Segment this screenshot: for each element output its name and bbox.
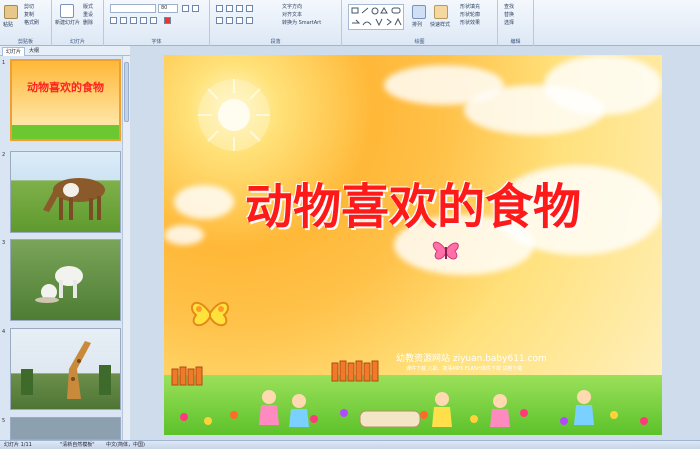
editing-group-label: 编辑	[510, 39, 521, 45]
shapes-gallery[interactable]	[348, 4, 404, 30]
slide-thumbnail-4[interactable]	[10, 328, 121, 410]
grow-font-icon[interactable]	[182, 5, 189, 12]
arrange-button[interactable]: 排列	[412, 21, 422, 28]
drawing-group: 排列 快速样式 形状填充 形状轮廓 形状效果 绘图	[342, 0, 498, 46]
current-slide[interactable]: 动物喜欢的食物 幼教资源网站 ziyuan.baby611.com 课件下载 儿…	[164, 55, 662, 435]
cloud	[544, 55, 662, 115]
slide-thumbnail-2[interactable]	[10, 151, 121, 233]
status-bar: 幻灯片 1/11 "清新自然模板" 中文(简体，中国)	[0, 440, 700, 449]
pane-tabs: 幻灯片 大纲	[0, 46, 130, 56]
format-painter-button[interactable]: 格式刷	[24, 19, 39, 26]
clipboard-group-label: 剪贴板	[17, 39, 33, 45]
slide-number: 1	[2, 60, 6, 66]
tab-outline[interactable]: 大纲	[26, 47, 42, 56]
sun-icon	[198, 79, 270, 151]
theme-name: "清新自然模板"	[60, 442, 95, 448]
giraffe-image	[21, 341, 111, 399]
slide-number: 3	[2, 240, 6, 246]
increase-indent-icon[interactable]	[246, 5, 253, 12]
goat-image	[35, 266, 83, 303]
quick-styles-button[interactable]: 快速样式	[430, 21, 450, 28]
garden-decoration	[171, 360, 648, 428]
select-button[interactable]: 选择	[504, 19, 514, 26]
new-slide-icon[interactable]	[60, 4, 74, 18]
find-button[interactable]: 查找	[504, 3, 514, 10]
quick-styles-icon[interactable]	[434, 5, 448, 19]
underline-icon[interactable]	[130, 17, 137, 24]
layout-button[interactable]: 版式	[83, 3, 93, 10]
paragraph-group: 文字方向 对齐文本 转换为 SmartArt 段落	[210, 0, 342, 46]
numbering-icon[interactable]	[226, 5, 233, 12]
slide-thumbnail-3[interactable]	[10, 239, 121, 321]
shape-outline-button[interactable]: 形状轮廓	[460, 11, 480, 18]
shape-effects-button[interactable]: 形状效果	[460, 19, 480, 26]
yellow-butterfly-icon	[191, 301, 229, 327]
paste-icon[interactable]	[4, 5, 18, 19]
drawing-group-label: 绘图	[414, 39, 425, 45]
thumbnail-ground	[12, 125, 119, 139]
reset-button[interactable]: 重设	[83, 11, 93, 18]
scrollbar-thumb[interactable]	[124, 62, 129, 122]
slide-title[interactable]: 动物喜欢的食物	[164, 167, 662, 237]
justify-icon[interactable]	[246, 17, 253, 24]
decrease-indent-icon[interactable]	[236, 5, 243, 12]
align-center-icon[interactable]	[226, 17, 233, 24]
font-color-icon[interactable]	[164, 17, 171, 24]
slide-thumbnail-1[interactable]: 动物喜欢的食物	[10, 59, 121, 141]
language-indicator: 中文(简体，中国)	[106, 442, 145, 448]
shape-fill-button[interactable]: 形状填充	[460, 3, 480, 10]
align-text-button[interactable]: 对齐文本	[282, 11, 302, 18]
pink-butterfly-icon	[432, 241, 459, 260]
thumbnail-title: 动物喜欢的食物	[27, 81, 104, 94]
copy-button[interactable]: 复制	[24, 11, 34, 18]
cut-button[interactable]: 剪切	[24, 3, 34, 10]
font-group-label: 字体	[151, 39, 162, 45]
slides-group: 新建幻灯片 版式 重设 删除 幻灯片	[52, 0, 104, 46]
pane-scrollbar[interactable]	[122, 56, 130, 440]
replace-button[interactable]: 替换	[504, 11, 514, 18]
ribbon: 粘贴 剪切 复制 格式刷 剪贴板 新建幻灯片 版式 重设 删除 幻灯片 80 字…	[0, 0, 700, 46]
arrange-icon[interactable]	[412, 5, 426, 19]
tab-slides[interactable]: 幻灯片	[2, 47, 26, 56]
horse-image	[43, 178, 105, 220]
slide-number: 4	[2, 329, 6, 335]
editing-group: 查找 替换 选择 编辑	[498, 0, 534, 46]
clipboard-group: 粘贴 剪切 复制 格式刷 剪贴板	[0, 0, 52, 46]
convert-smartart-button[interactable]: 转换为 SmartArt	[282, 19, 321, 26]
font-group: 80 字体	[104, 0, 210, 46]
shapes-gallery-icon	[351, 7, 402, 27]
slides-pane: 幻灯片 大纲 1 动物喜欢的食物 2 3 4 5	[0, 46, 130, 440]
shrink-font-icon[interactable]	[192, 5, 199, 12]
slide-counter: 幻灯片 1/11	[4, 442, 32, 448]
bold-icon[interactable]	[110, 17, 117, 24]
strikethrough-icon[interactable]	[140, 17, 147, 24]
paste-button[interactable]: 粘贴	[3, 21, 13, 28]
italic-icon[interactable]	[120, 17, 127, 24]
slides-group-label: 幻灯片	[69, 39, 85, 45]
delete-slide-button[interactable]: 删除	[83, 19, 93, 26]
slide-number: 2	[2, 152, 6, 158]
font-name-combo[interactable]	[110, 4, 156, 13]
slide-number: 5	[2, 418, 6, 424]
bullets-icon[interactable]	[216, 5, 223, 12]
shadow-icon[interactable]	[150, 17, 157, 24]
font-size-combo[interactable]: 80	[158, 4, 178, 13]
slide-canvas: 动物喜欢的食物 幼教资源网站 ziyuan.baby611.com 课件下载 儿…	[130, 46, 700, 440]
paragraph-group-label: 段落	[270, 39, 281, 45]
new-slide-button[interactable]: 新建幻灯片	[55, 20, 81, 26]
slide-thumbnail-5[interactable]	[10, 417, 121, 440]
align-right-icon[interactable]	[236, 17, 243, 24]
align-left-icon[interactable]	[216, 17, 223, 24]
text-direction-button[interactable]: 文字方向	[282, 3, 302, 10]
